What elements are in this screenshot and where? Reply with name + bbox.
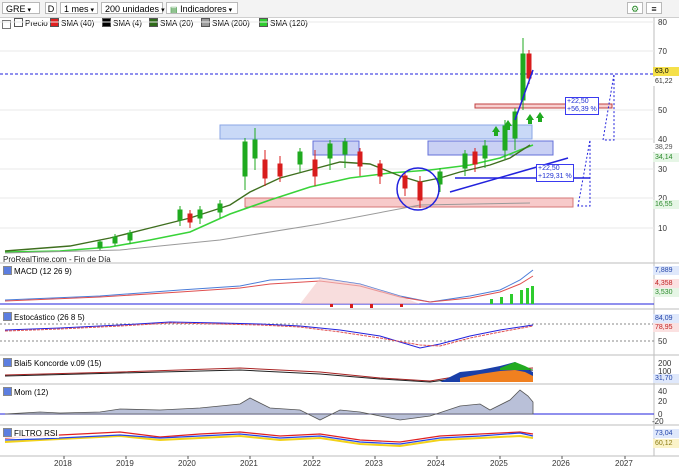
svg-text:2019: 2019 [116, 459, 134, 468]
consolidation-box-1[interactable] [312, 140, 360, 156]
mom-title[interactable]: Mom (12) [3, 387, 51, 397]
resistance-zone[interactable] [219, 124, 533, 140]
svg-text:10: 10 [658, 224, 667, 233]
consolidation-box-2[interactable] [427, 140, 554, 156]
svg-text:2021: 2021 [240, 459, 258, 468]
rsi-title[interactable]: FILTRO RSI [3, 428, 60, 438]
svg-text:2018: 2018 [54, 459, 72, 468]
projection-2[interactable] [577, 139, 591, 207]
blai-title[interactable]: Blai5 Koncorde v.09 (15) [3, 358, 104, 368]
mom-tick-40: 40 [658, 387, 667, 396]
svg-text:2025: 2025 [490, 459, 508, 468]
blai-value-1: 31,70 [653, 374, 679, 383]
indicator-icon [3, 428, 12, 437]
macd-pane [0, 269, 654, 308]
svg-text:2020: 2020 [178, 459, 196, 468]
sma-badge: 61,22 [653, 77, 679, 86]
x-axis: 2018 2019 2020 2021 2022 2023 2024 2025 … [54, 456, 633, 468]
svg-text:80: 80 [658, 18, 667, 27]
svg-text:2027: 2027 [615, 459, 633, 468]
stoch-title[interactable]: Estocástico (26 8 5) [3, 312, 87, 322]
rsi-value-1: 73,04 [653, 429, 679, 438]
rsi-value-2: 60,12 [653, 439, 679, 448]
macd-value-1: 7,889 [653, 266, 679, 275]
macd-value-2: 4,358 [653, 279, 679, 288]
value-badge-34: 34,14 [653, 153, 679, 162]
svg-text:30: 30 [658, 165, 667, 174]
momentum-pane [0, 389, 654, 421]
stochastic-pane [0, 321, 654, 349]
annotation-bottom[interactable]: +22,50 +129,31 % [536, 164, 574, 182]
svg-text:2023: 2023 [365, 459, 383, 468]
svg-text:2026: 2026 [552, 459, 570, 468]
value-badge-16: 16,55 [653, 200, 679, 209]
source-label: ProRealTime.com - Fin de Día [3, 255, 111, 264]
svg-text:2022: 2022 [303, 459, 321, 468]
mom-tick-20: 20 [658, 397, 667, 406]
chart-canvas[interactable]: 80 70 50 40 30 20 10 2018 2019 2020 2021… [0, 0, 679, 468]
stoch-tick-50: 50 [658, 337, 667, 346]
indicator-icon [3, 387, 12, 396]
support-zone[interactable] [244, 197, 574, 208]
value-badge-38: 38,29 [653, 143, 679, 152]
macd-title[interactable]: MACD (12 26 9) [3, 266, 74, 276]
svg-text:50: 50 [658, 106, 667, 115]
mom-tick-neg20: -20 [652, 417, 664, 426]
svg-text:2024: 2024 [427, 459, 445, 468]
macd-value-3: 3,530 [653, 288, 679, 297]
indicator-icon [3, 358, 12, 367]
annotation-top[interactable]: +22,50 +56,39 % [565, 97, 599, 115]
last-price-badge: 63,0 [653, 67, 679, 76]
indicator-icon [3, 266, 12, 275]
indicator-icon [3, 312, 12, 321]
stoch-value-2: 78,95 [653, 323, 679, 332]
rsi-pane [4, 431, 534, 448]
svg-text:70: 70 [658, 47, 667, 56]
stoch-value-1: 84,09 [653, 314, 679, 323]
